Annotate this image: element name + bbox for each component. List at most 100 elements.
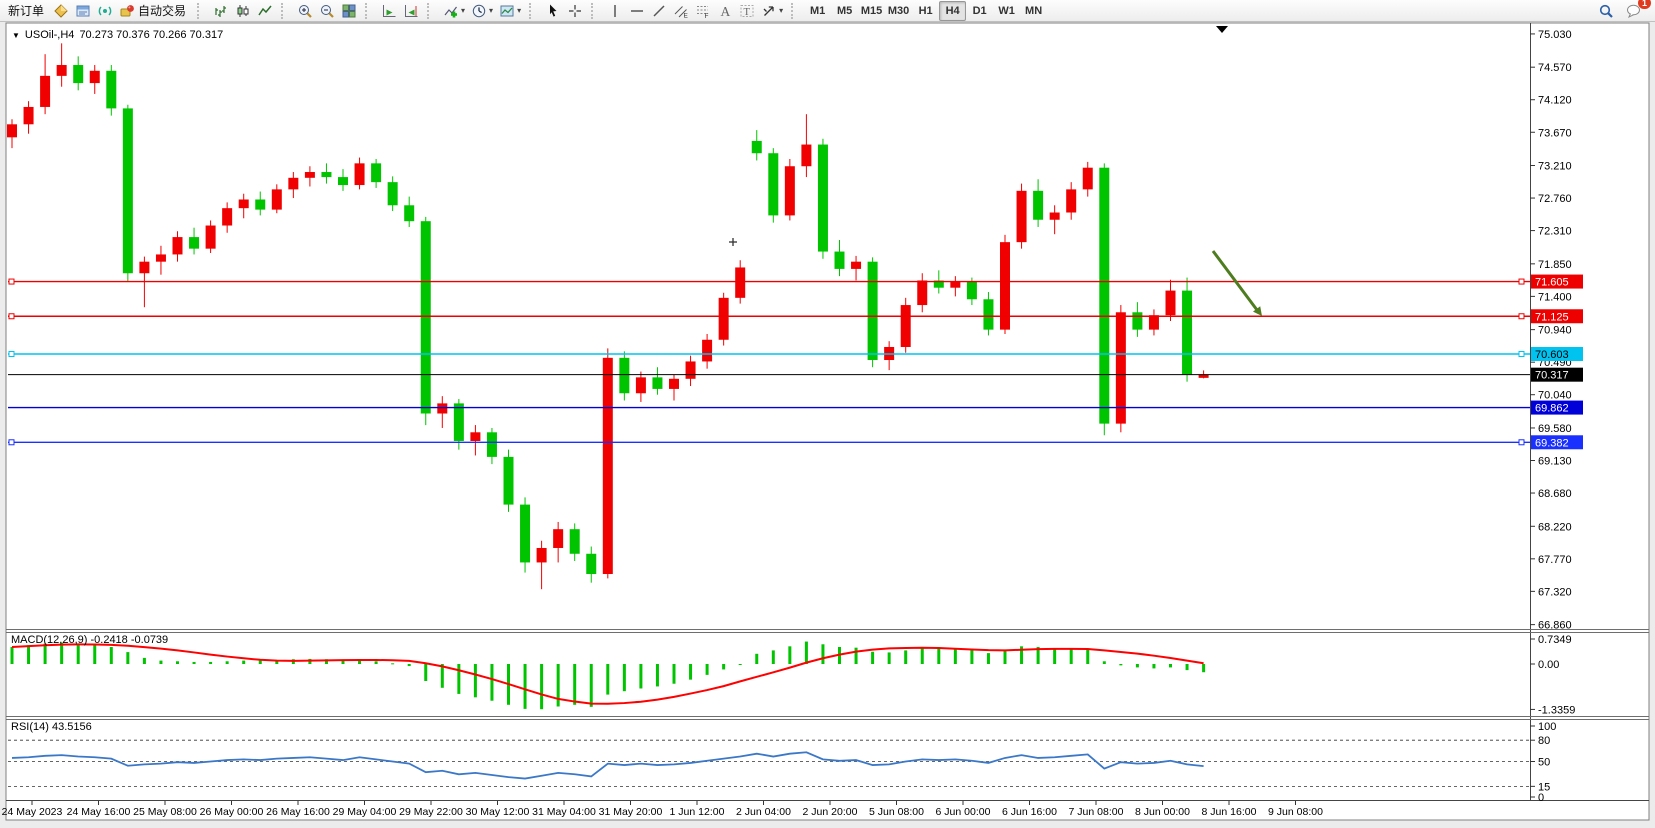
text-button[interactable]: A [714,1,736,21]
price-tick-label: 74.120 [1538,95,1572,107]
cursor-button[interactable] [542,1,564,21]
rsi-tick-label: 80 [1538,735,1550,747]
fibonacci-icon: F [695,3,711,19]
bar-chart-button[interactable] [210,1,232,21]
candle [636,377,646,393]
price-tick-label: 67.770 [1538,554,1572,566]
price-tag-label: 70.603 [1535,349,1569,361]
candle [950,282,960,288]
zoom-out-button[interactable] [316,1,338,21]
svg-text:F: F [705,13,709,19]
text-label-button[interactable]: T [736,1,758,21]
chart-ohlc-values: 70.273 70.376 70.266 70.317 [79,29,223,41]
fibonacci-button[interactable]: F [692,1,714,21]
candle [1149,315,1159,329]
macd-histogram-bar [954,649,957,664]
horizontal-line-button[interactable] [626,1,648,21]
templates-button[interactable]: ▾ [496,1,524,21]
macd-tick-label: -1.3359 [1538,704,1575,716]
candle [40,76,50,107]
chart-shift-button[interactable] [400,1,422,21]
line-handle[interactable] [1519,352,1524,357]
candle [735,267,745,297]
autotrading-button[interactable]: 自动交易 [116,1,192,21]
tf-h4-button[interactable]: H4 [939,1,966,21]
line-handle[interactable] [9,352,14,357]
macd-histogram-bar [1152,664,1155,668]
tf-d1-button[interactable]: D1 [966,1,993,21]
line-handle[interactable] [1519,279,1524,284]
collapse-triangle-icon[interactable]: ▼ [12,31,20,40]
chart-symbol-period: USOil-,H4 [25,29,75,41]
macd-histogram-bar [474,664,477,697]
line-handle[interactable] [9,440,14,445]
line-handle[interactable] [1519,314,1524,319]
tile-windows-button[interactable] [338,1,360,21]
candle [388,182,398,205]
tf-m30-button[interactable]: M30 [885,1,912,21]
metaquotes-icon[interactable] [50,1,72,21]
macd-histogram-bar [788,646,791,664]
tf-m5-button[interactable]: M5 [831,1,858,21]
arrows-icon [761,3,777,19]
market-watch-button[interactable] [72,1,94,21]
tf-m15-button[interactable]: M15 [858,1,885,21]
time-tick-label: 29 May 22:00 [399,806,463,818]
auto-scroll-button[interactable] [378,1,400,21]
periods-button[interactable]: ▾ [468,1,496,21]
tf-mn-button[interactable]: MN [1020,1,1047,21]
candle [603,358,613,574]
candle [553,529,563,548]
candle [1033,191,1043,220]
vertical-line-button[interactable] [604,1,626,21]
candle [586,554,596,574]
tf-m1-button[interactable]: M1 [804,1,831,21]
trendline-button[interactable] [648,1,670,21]
search-button[interactable] [1595,1,1617,21]
crosshair-button[interactable] [564,1,586,21]
time-tick-label: 26 May 00:00 [200,806,264,818]
time-tick-label: 6 Jun 00:00 [936,806,991,818]
time-tick-label: 8 Jun 00:00 [1135,806,1190,818]
time-tick-label: 25 May 08:00 [133,806,197,818]
svg-text:70.317: 70.317 [1535,370,1569,382]
indicators-button[interactable]: ▾ [440,1,468,21]
chart-title: ▼ USOil-,H4 70.273 70.376 70.266 70.317 [12,29,223,41]
tf-w1-button[interactable]: W1 [993,1,1020,21]
candle [255,199,265,209]
macd-histogram-bar [159,661,162,664]
zoom-in-button[interactable] [294,1,316,21]
line-handle[interactable] [9,314,14,319]
macd-histogram-bar [772,650,775,664]
trendline-icon [651,3,667,19]
macd-histogram-bar [193,662,196,664]
svg-text:T: T [744,7,751,18]
candle [222,208,232,225]
macd-histogram-bar [623,664,626,691]
macd-histogram-bar [921,648,924,664]
new-order-button[interactable]: 新订单 [2,1,50,21]
signals-button[interactable] [94,1,116,21]
macd-histogram-bar [490,664,493,701]
chart-shift-icon [403,3,419,19]
line-handle[interactable] [1519,440,1524,445]
candle [123,108,133,273]
line-chart-button[interactable] [254,1,276,21]
price-tick-label: 66.860 [1538,620,1572,632]
candle [801,145,811,167]
template-icon [499,3,515,19]
candlestick-chart-button[interactable] [232,1,254,21]
rsi-tick-label: 100 [1538,721,1556,733]
hline-icon [629,3,645,19]
line-handle[interactable] [9,279,14,284]
macd-histogram-bar [1086,649,1089,664]
equidistant-channel-button[interactable]: E [670,1,692,21]
candle [355,163,365,185]
macd-histogram-bar [11,647,14,664]
tf-h1-button[interactable]: H1 [912,1,939,21]
macd-histogram-bar [126,652,129,664]
chart-canvas[interactable]: 75.03074.57074.12073.67073.21072.76072.3… [0,0,1655,828]
arrows-button[interactable]: ▾ [758,1,786,21]
price-tick-label: 69.130 [1538,455,1572,467]
candle [504,457,514,505]
